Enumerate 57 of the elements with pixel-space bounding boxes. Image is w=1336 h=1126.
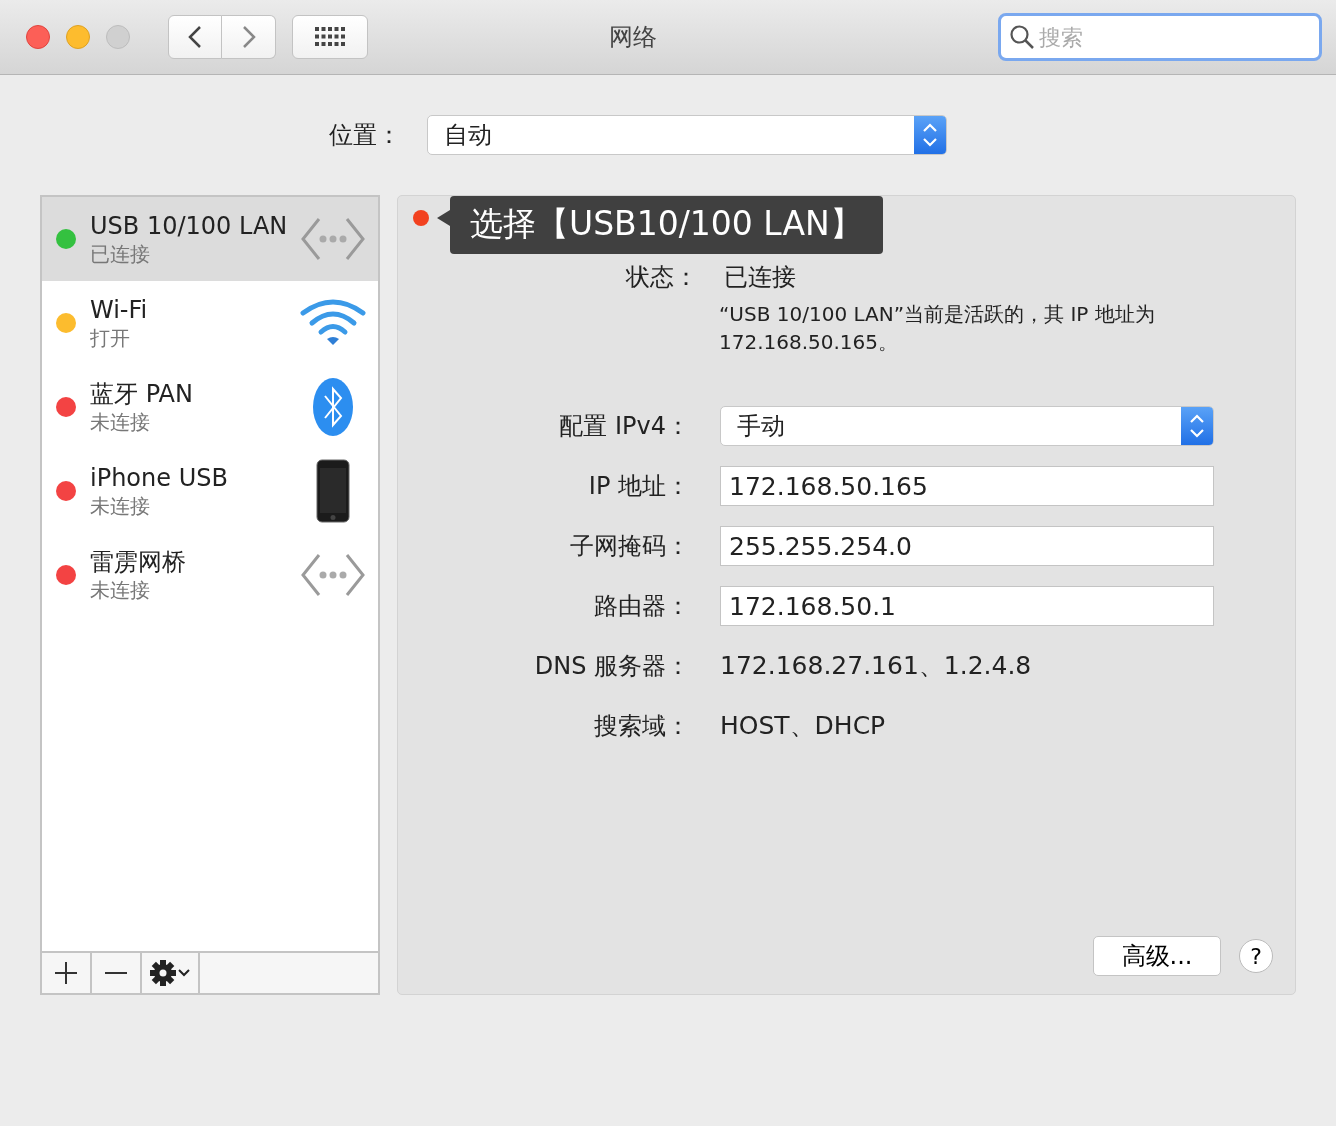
service-status: 已连接 [90, 241, 151, 267]
status-value: 已连接 [724, 262, 796, 293]
stepper-icon [914, 116, 946, 154]
network-arrows-icon [301, 553, 365, 597]
text-field[interactable]: 172.168.50.165 [720, 466, 1214, 506]
window-title: 网络 [608, 22, 658, 53]
tooltip: 选择【USB10/100 LAN】 [450, 196, 883, 254]
service-name: USB 10/100 LAN [90, 211, 289, 241]
minus-icon [105, 971, 127, 975]
service-name: 雷雳网桥 [90, 547, 187, 577]
service-status: 未连接 [90, 493, 151, 519]
service-item[interactable]: 蓝牙 PAN 未连接 [42, 365, 378, 449]
stepper-icon [1181, 407, 1213, 445]
service-item[interactable]: Wi-Fi 打开 [42, 281, 378, 365]
service-status: 打开 [90, 325, 131, 351]
field-label: 搜索域： [593, 711, 690, 742]
grid-icon [315, 27, 345, 47]
field-label: 配置 IPv4： [558, 411, 690, 442]
field-value: HOST、DHCP [720, 710, 887, 742]
text-field[interactable]: 255.255.254.0 [720, 526, 1214, 566]
location-popup[interactable]: 自动 [427, 115, 947, 155]
field-label: 路由器： [593, 591, 690, 622]
text-field[interactable]: 172.168.50.1 [720, 586, 1214, 626]
gear-icon [150, 960, 176, 986]
status-dot [413, 210, 429, 226]
location-label: 位置： [329, 120, 401, 151]
search-field[interactable]: 搜索 [998, 13, 1322, 61]
wifi-icon [300, 299, 366, 347]
field-label: DNS 服务器： [533, 651, 690, 682]
plus-icon [55, 962, 77, 984]
phone-icon [316, 459, 350, 523]
field-value: 172.168.27.161、1.2.4.8 [720, 650, 1033, 682]
service-item[interactable]: 雷雳网桥 未连接 [42, 533, 378, 617]
search-icon [1009, 24, 1035, 50]
chevron-left-icon [188, 25, 202, 49]
show-all-button[interactable] [292, 15, 368, 59]
network-arrows-icon [301, 217, 365, 261]
ipv4-config-popup[interactable]: 手动 [720, 406, 1214, 446]
service-name: Wi-Fi [90, 295, 149, 325]
service-item[interactable]: iPhone USB 未连接 [42, 449, 378, 533]
service-item[interactable]: USB 10/100 LAN 已连接 [42, 197, 378, 281]
search-input[interactable]: 搜索 [1039, 16, 1319, 58]
field-label: IP 地址： [587, 471, 690, 502]
status-label: 状态： [626, 262, 698, 293]
advanced-button[interactable]: 高级... [1093, 936, 1221, 976]
service-name: iPhone USB [90, 463, 229, 493]
chevron-right-icon [241, 25, 256, 49]
service-status: 未连接 [90, 409, 151, 435]
caret-icon [178, 969, 190, 977]
back-button[interactable] [168, 15, 222, 59]
close-button[interactable] [26, 25, 50, 49]
status-description: “USB 10/100 LAN”当前是活跃的，其 IP 地址为 172.168.50.165。 [719, 301, 1156, 356]
service-status: 未连接 [90, 577, 151, 603]
bluetooth-icon [312, 377, 354, 437]
field-label: 子网掩码： [569, 531, 690, 562]
help-button[interactable]: ? [1239, 939, 1273, 973]
service-name: 蓝牙 PAN [90, 379, 194, 409]
